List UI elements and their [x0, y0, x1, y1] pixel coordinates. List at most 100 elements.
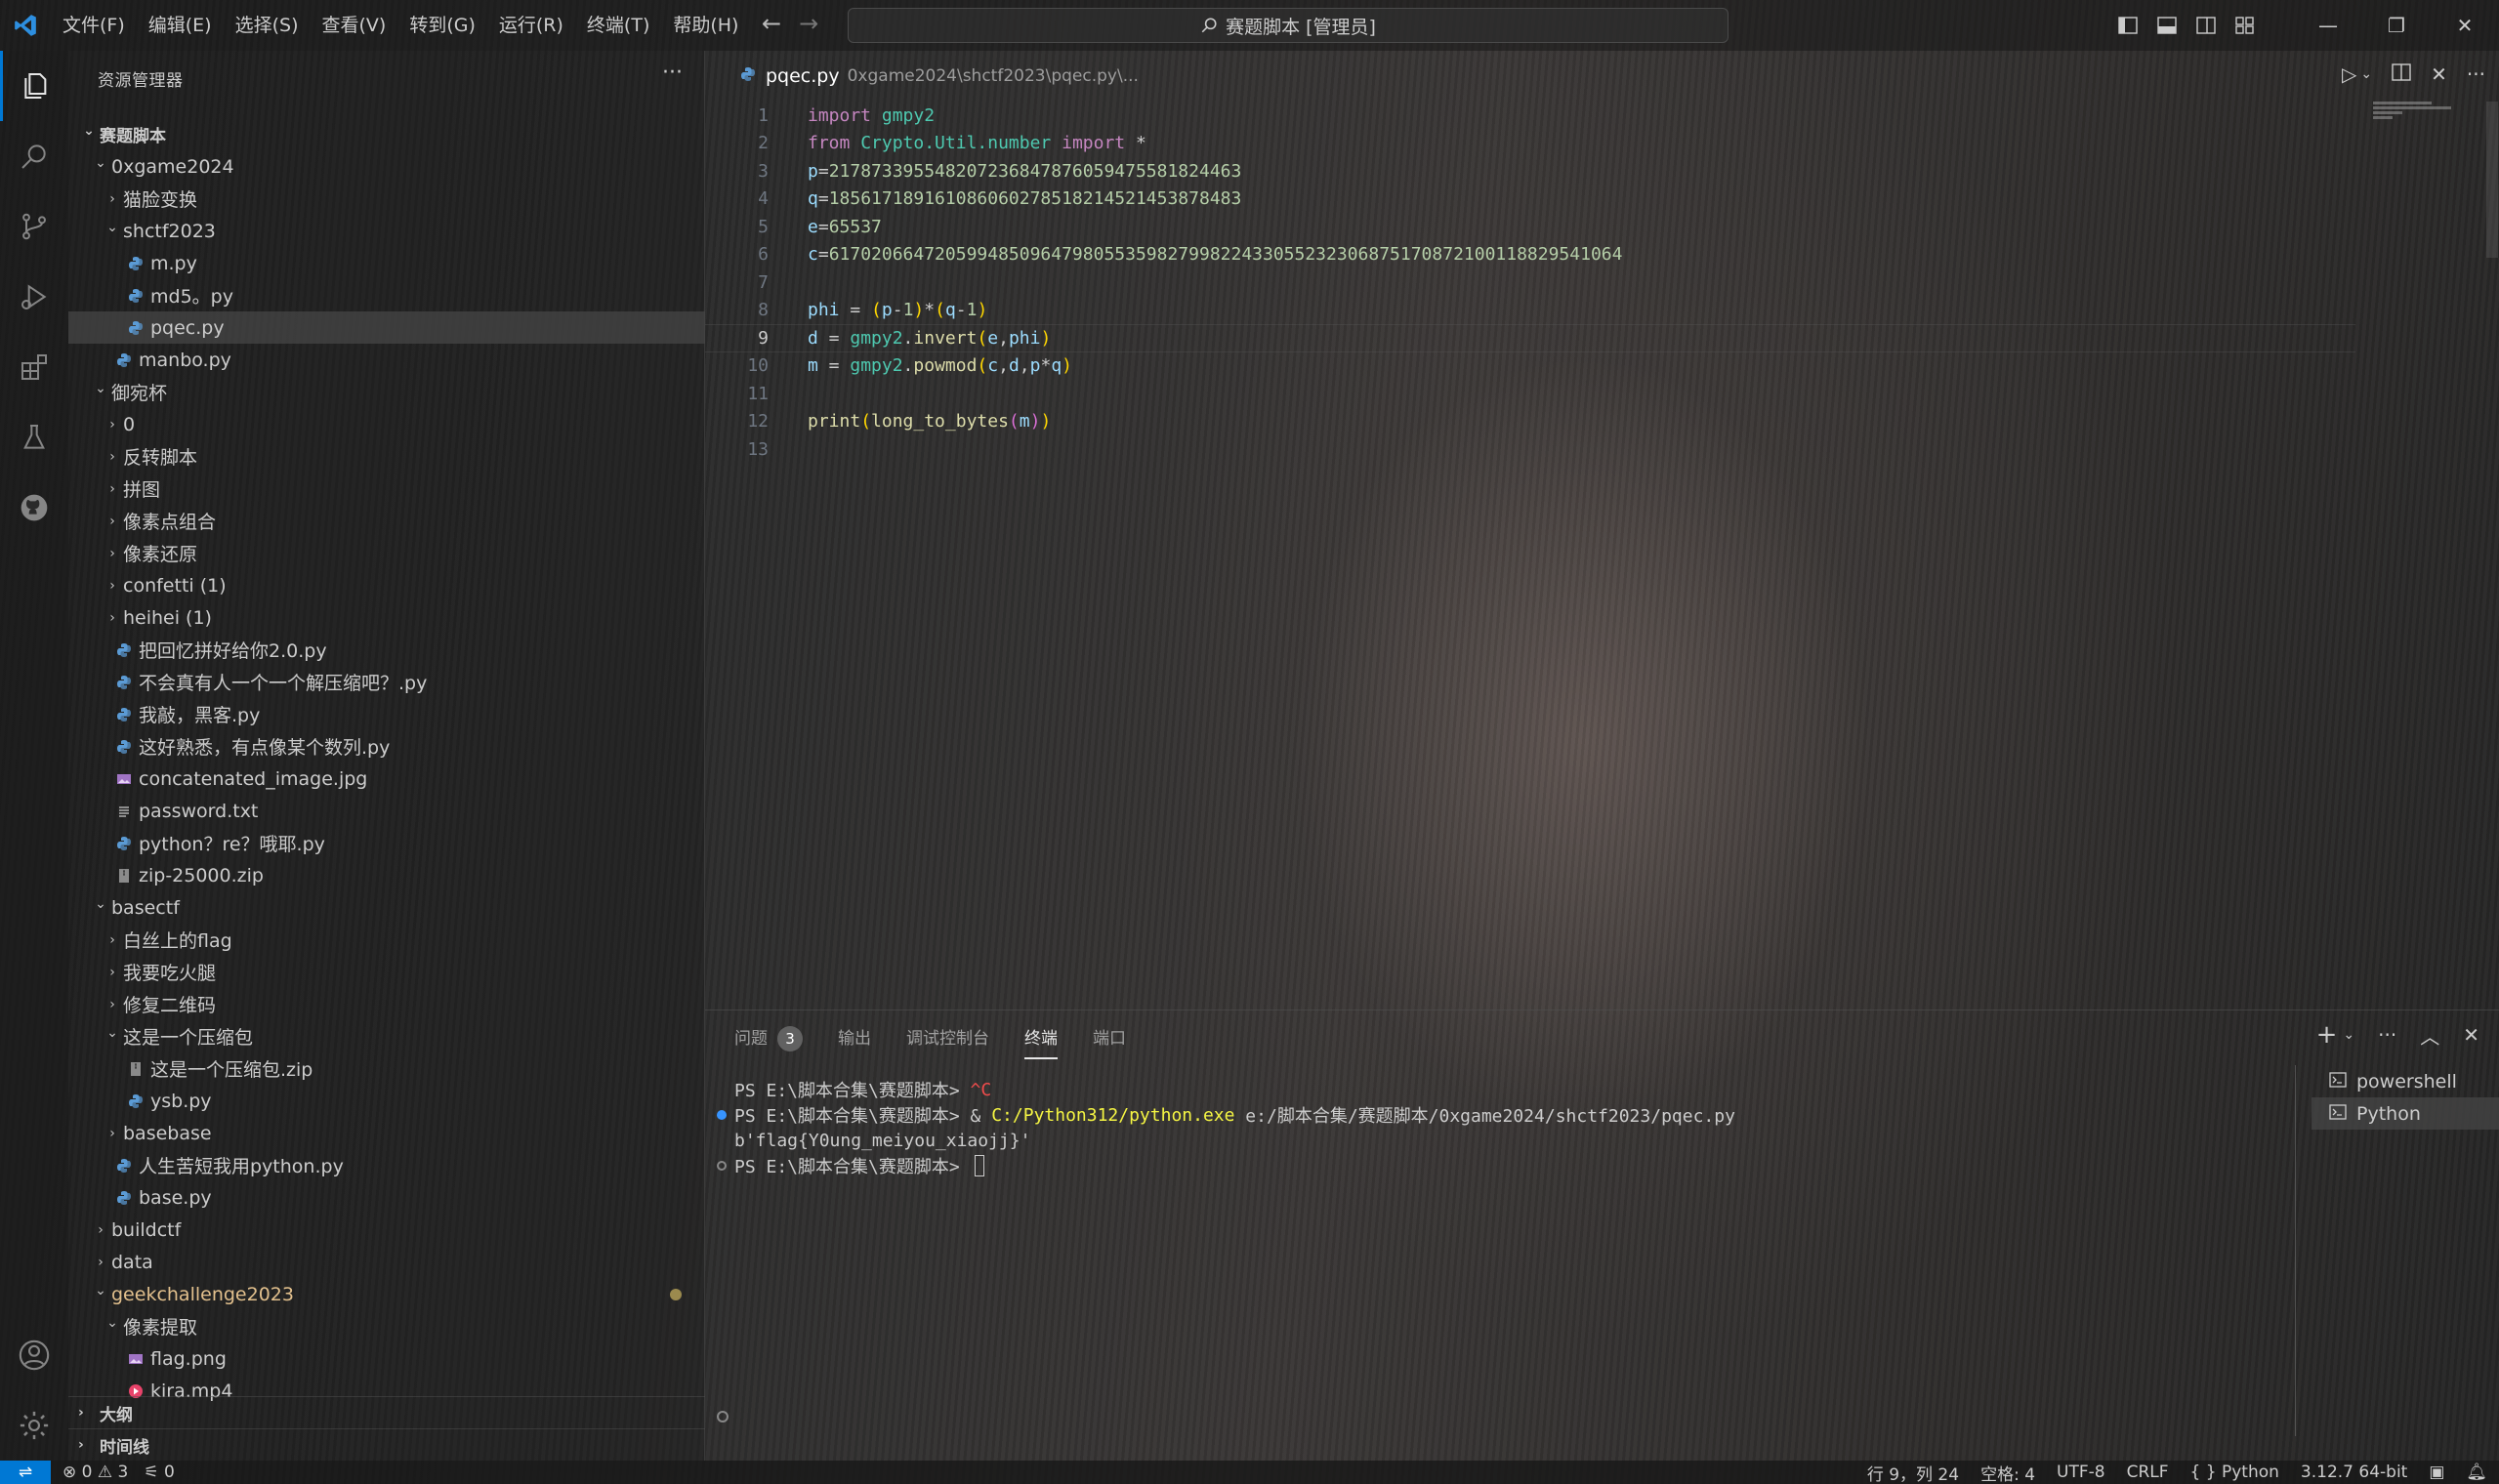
panel-tab[interactable]: 端口	[1093, 1024, 1126, 1059]
tree-folder[interactable]: › 像素还原	[68, 537, 705, 569]
tree-folder[interactable]: › 0	[68, 408, 705, 440]
tree-file[interactable]: base.py	[68, 1181, 705, 1214]
tree-file[interactable]: python？re？哦耶.py	[68, 827, 705, 859]
tree-file[interactable]: concatenated_image.jpg	[68, 763, 705, 795]
tree-folder[interactable]: › 白丝上的flag	[68, 924, 705, 956]
toggle-secondary-sidebar-icon[interactable]	[2187, 0, 2226, 51]
tree-folder[interactable]: › data	[68, 1246, 705, 1278]
minimap[interactable]	[2373, 102, 2461, 141]
problems-status[interactable]: ⊗ 0 ⚠ 3	[62, 1463, 128, 1482]
customize-layout-icon[interactable]	[2226, 0, 2265, 51]
close-window-icon[interactable]: ✕	[2431, 0, 2499, 51]
tree-folder[interactable]: › 反转脚本	[68, 440, 705, 473]
search-icon[interactable]	[0, 121, 68, 191]
menu-item[interactable]: 文件(F)	[51, 0, 137, 51]
tree-file[interactable]: 不会真有人一个一个解压缩吧？.py	[68, 666, 705, 698]
command-decoration-icon[interactable]	[717, 1161, 727, 1171]
panel-tab[interactable]: 输出	[838, 1024, 871, 1059]
explorer-icon[interactable]	[0, 51, 68, 121]
tree-file[interactable]: zip-25000.zip	[68, 859, 705, 891]
toggle-panel-icon[interactable]	[2147, 0, 2187, 51]
panel-tab[interactable]: 终端	[1024, 1024, 1058, 1059]
tree-folder[interactable]: ⌄ 像素提取	[68, 1310, 705, 1342]
python-interpreter[interactable]: 3.12.7 64-bit	[2301, 1463, 2407, 1482]
close-tab-icon[interactable]: ✕	[2431, 62, 2447, 86]
tree-folder[interactable]: ⌄ 御宛杯	[68, 376, 705, 408]
testing-flask-icon[interactable]	[0, 402, 68, 473]
tree-folder[interactable]: ⌄ 这是一个压缩包	[68, 1020, 705, 1052]
terminal-output[interactable]: PS E:\脚本合集\赛题脚本> ^C PS E:\脚本合集\赛题脚本> & C:…	[717, 1077, 1735, 1178]
account-icon[interactable]	[0, 1320, 68, 1390]
panel-tab[interactable]: 调试控制台	[906, 1024, 989, 1059]
panel-tab[interactable]: 问题 3	[734, 1024, 803, 1059]
tree-file[interactable]: flag.png	[68, 1342, 705, 1375]
indentation[interactable]: 空格: 4	[1980, 1461, 2035, 1484]
tab-pqec-py[interactable]: pqec.py 0xgame2024\shctf2023\pqec.py\...	[705, 51, 1139, 102]
split-editor-icon[interactable]	[2392, 62, 2411, 86]
restore-icon[interactable]: ❐	[2362, 0, 2431, 51]
toggle-primary-sidebar-icon[interactable]	[2108, 0, 2147, 51]
tree-file[interactable]: ysb.py	[68, 1085, 705, 1117]
forward-arrow-icon[interactable]: →	[799, 10, 818, 37]
run-debug-icon[interactable]	[0, 262, 68, 332]
copilot-icon[interactable]: ▣	[2429, 1463, 2444, 1482]
terminal-instance[interactable]: Python	[2312, 1097, 2499, 1130]
menu-item[interactable]: 转到(G)	[397, 0, 487, 51]
close-panel-icon[interactable]: ✕	[2463, 1023, 2479, 1047]
settings-gear-icon[interactable]	[0, 1390, 68, 1461]
menu-item[interactable]: 选择(S)	[224, 0, 311, 51]
command-center[interactable]: 赛题脚本 [管理员]	[848, 8, 1728, 43]
tree-file[interactable]: pqec.py	[68, 311, 705, 344]
language-mode[interactable]: { } Python	[2190, 1463, 2279, 1482]
tree-file[interactable]: 这好熟悉，有点像某个数列.py	[68, 730, 705, 763]
tree-folder[interactable]: › 修复二维码	[68, 988, 705, 1020]
tree-folder[interactable]: ⌄ geekchallenge2023	[68, 1278, 705, 1310]
code-editor[interactable]: 1 import gmpy2 2 from Crypto.Util.number im…	[705, 102, 2355, 1010]
tree-file[interactable]: m.py	[68, 247, 705, 279]
outline-section[interactable]: › 大纲	[68, 1396, 705, 1428]
timeline-section[interactable]: › 时间线	[68, 1428, 705, 1461]
tree-folder[interactable]: ⌄ 0xgame2024	[68, 150, 705, 183]
tree-file[interactable]: 人生苦短我用python.py	[68, 1149, 705, 1181]
tree-file[interactable]: password.txt	[68, 795, 705, 827]
tree-folder[interactable]: › 像素点组合	[68, 505, 705, 537]
ports-status[interactable]: ⚟ 0	[144, 1463, 174, 1482]
github-icon[interactable]	[0, 473, 68, 543]
tree-folder[interactable]: › 猫脸变换	[68, 183, 705, 215]
menu-item[interactable]: 查看(V)	[311, 0, 398, 51]
tree-folder[interactable]: ⌄ basectf	[68, 891, 705, 924]
menu-item[interactable]: 编辑(E)	[137, 0, 224, 51]
menu-item[interactable]: 终端(T)	[575, 0, 661, 51]
tree-file[interactable]: 把回忆拼好给你2.0.py	[68, 634, 705, 666]
source-control-icon[interactable]	[0, 191, 68, 262]
cursor-position[interactable]: 行 9，列 24	[1867, 1461, 1959, 1484]
panel-more-actions-icon[interactable]: ···	[2378, 1023, 2396, 1047]
maximize-panel-chevron-up-icon[interactable]: ︿	[2420, 1021, 2439, 1050]
tree-file[interactable]: manbo.py	[68, 344, 705, 376]
tree-folder[interactable]: › heihei (1)	[68, 601, 705, 634]
tree-file[interactable]: md5。py	[68, 279, 705, 311]
editor-vertical-scrollbar[interactable]	[2486, 102, 2498, 1010]
remote-indicator-icon[interactable]: ⇌	[0, 1461, 51, 1484]
tree-folder[interactable]: ⌄ shctf2023	[68, 215, 705, 247]
tree-file[interactable]: 这是一个压缩包.zip	[68, 1052, 705, 1085]
extensions-icon[interactable]	[0, 332, 68, 402]
editor-more-actions-icon[interactable]: ···	[2467, 62, 2485, 86]
end-of-line[interactable]: CRLF	[2127, 1463, 2169, 1482]
back-arrow-icon[interactable]: ←	[762, 10, 781, 37]
minimize-icon[interactable]: —	[2294, 0, 2362, 51]
tree-folder[interactable]: › 我要吃火腿	[68, 956, 705, 988]
menu-item[interactable]: 帮助(H)	[661, 0, 750, 51]
tree-folder[interactable]: › basebase	[68, 1117, 705, 1149]
menu-item[interactable]: 运行(R)	[487, 0, 575, 51]
tree-folder[interactable]: ⌄ 赛题脚本	[68, 118, 705, 150]
terminal-profile-chevron-icon[interactable]: ⌄	[2343, 1027, 2354, 1043]
run-options-chevron-icon[interactable]: ⌄	[2360, 66, 2372, 82]
terminal-instance[interactable]: powershell	[2312, 1065, 2499, 1097]
file-encoding[interactable]: UTF-8	[2057, 1463, 2105, 1482]
new-terminal-plus-icon[interactable]: +	[2316, 1020, 2338, 1050]
explorer-more-actions-icon[interactable]: ···	[662, 61, 683, 85]
tree-folder[interactable]: › 拼图	[68, 473, 705, 505]
command-decoration-icon[interactable]	[717, 1110, 727, 1120]
run-python-file-icon[interactable]: ▷	[2342, 62, 2356, 86]
